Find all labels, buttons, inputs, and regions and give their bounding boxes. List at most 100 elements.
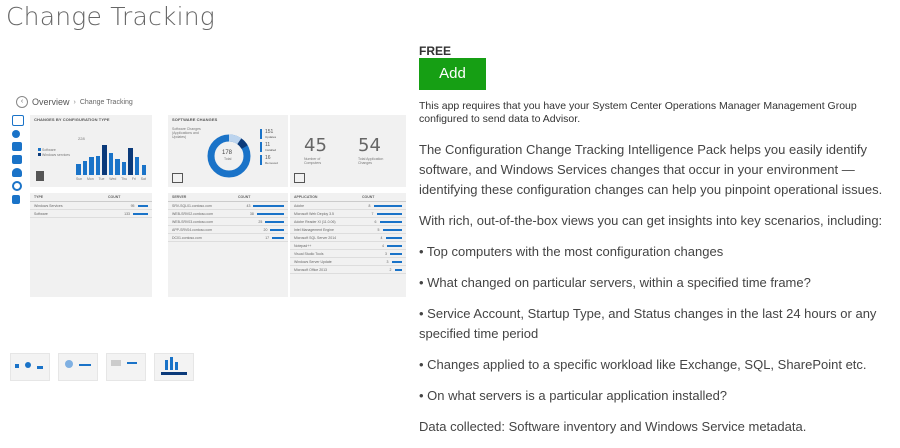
stat-computers: 45 [304, 135, 327, 156]
table-row[interactable]: SRV-SQL01.contoso.com 43 [168, 202, 288, 210]
row-name: Adobe [294, 203, 305, 208]
page-title: Change Tracking [6, 2, 216, 31]
preview-sidebar [10, 115, 24, 208]
row-name: WEB-SRV02.contoso.com [172, 211, 213, 216]
screenshot-preview[interactable]: ‹ Overview › Change Tracking CHANGES BY … [8, 95, 408, 300]
row-bar [253, 204, 284, 207]
alert-icon [12, 130, 20, 138]
row-count: 4 [382, 243, 384, 248]
row-count: 43 [246, 203, 251, 208]
day-label: Thu [121, 177, 128, 181]
row-bar [387, 244, 402, 247]
table-row[interactable]: Windows Services 95 [30, 202, 152, 210]
col-count: COUNT [108, 195, 121, 199]
row-count: 3 [385, 251, 387, 256]
stat-app-changes-label: Total Application Changes [358, 157, 384, 165]
donut-chart [207, 134, 251, 178]
bar [89, 157, 94, 175]
thumbnail-3[interactable] [106, 353, 146, 381]
overview-icon [12, 115, 24, 126]
preview-nav: ‹ Overview › Change Tracking [16, 95, 133, 109]
day-label: Sun [76, 177, 83, 181]
table-row[interactable]: Microsoft Web Deploy 3.5 7 [290, 210, 406, 218]
table-row[interactable]: Notepad++ 4 [290, 242, 406, 250]
row-name: APP-SRV04.contoso.com [172, 227, 213, 232]
legend-label: Software [41, 148, 56, 152]
type-rows: Windows Services 95 Software 133 [30, 202, 152, 218]
bar [76, 163, 81, 175]
row-bar [382, 228, 402, 231]
table-row[interactable]: Microsoft Office 2013 2 [290, 266, 406, 274]
col-count: COUNT [238, 195, 251, 199]
add-button[interactable]: Add [419, 58, 486, 90]
table-row[interactable]: Windows Server Update 3 [290, 258, 406, 266]
row-name: Microsoft Office 2013 [294, 267, 328, 272]
row-bar [272, 236, 284, 239]
row-count: 6 [374, 219, 377, 224]
server-rows: SRV-SQL01.contoso.com 43 WEB-SRV02.contoso… [168, 202, 288, 242]
bar [108, 152, 114, 175]
table-row[interactable]: DC01.contoso.com 17 [168, 234, 288, 242]
table-row[interactable]: APP-SRV04.contoso.com 20 [168, 226, 288, 234]
user-icon [12, 168, 22, 177]
total-count: 228 [78, 136, 85, 141]
side-stat: 16 Removed [260, 155, 284, 165]
row-count: 20 [263, 227, 268, 232]
row-count: 3 [386, 259, 389, 264]
tile-summary-stats: 45 Number of Computers 54 Total Applicat… [290, 115, 406, 187]
row-name: Software [34, 211, 48, 216]
row-count: 17 [265, 235, 270, 240]
gear-icon [12, 155, 22, 164]
row-name: Intel Management Engine [294, 227, 334, 232]
data-collected-note: Data collected: Software inventory and W… [419, 419, 807, 434]
table-row[interactable]: Adobe 8 [290, 202, 406, 210]
table-row[interactable]: Intel Management Engine 5 [290, 226, 406, 234]
requirement-note: This app requires that you have your Sys… [419, 100, 857, 125]
row-name: WEB-SRV03.contoso.com [172, 219, 213, 224]
table-row[interactable]: WEB-SRV03.contoso.com 25 [168, 218, 288, 226]
row-count: 38 [249, 211, 254, 216]
donut-caption: Software Changes (Applications and Updat… [172, 127, 201, 139]
row-name: Microsoft SQL Server 2014 [294, 235, 337, 240]
legend-services: Windows services [38, 153, 70, 157]
bar [115, 159, 120, 175]
search-icon [12, 181, 22, 191]
tile-title: SOFTWARE CHANGES [172, 117, 218, 122]
description: The Configuration Change Tracking Intell… [419, 140, 897, 448]
bar [121, 162, 127, 175]
bar [134, 157, 140, 175]
tile-server-table: SERVER COUNT SRV-SQL01.contoso.com 43 WEB-… [168, 193, 288, 297]
description-paragraph: With rich, out-of-the-box views you can … [419, 213, 883, 228]
table-row[interactable]: Microsoft SQL Server 2014 4 [290, 234, 406, 242]
row-name: Adobe Reader XI (11.0.06) [294, 219, 336, 224]
stat-computers-label: Number of Computers [304, 157, 322, 165]
tile-application-table: APPLICATION COUNT Adobe 8 Microsoft Web De… [290, 193, 406, 297]
table-row[interactable]: Adobe Reader XI (11.0.06) 6 [290, 218, 406, 226]
bar [128, 147, 133, 175]
document-icon [36, 171, 44, 181]
breadcrumb-current: Change Tracking [79, 98, 133, 106]
bar [95, 155, 101, 175]
donut-value: 178 [222, 150, 233, 156]
day-label: Sat [140, 177, 146, 181]
tile-changes-by-type: CHANGES BY CONFIGURATION TYPE 228 Softwa… [30, 115, 152, 187]
side-stat-label: Installed [265, 148, 277, 152]
day-label: Mon [86, 177, 94, 181]
table-row[interactable]: Software 133 [30, 210, 152, 218]
thumbnail-2[interactable] [58, 353, 98, 381]
side-stat-label: Updates [265, 135, 277, 139]
tile-type-table: TYPE COUNT Windows Services 95 Software 133 [30, 193, 152, 297]
table-row[interactable]: Visual Studio Tools 3 [290, 250, 406, 258]
day-labels: Sun Mon Tue Wed Thu Fri Sat [76, 177, 146, 181]
thumbnail-4[interactable] [154, 353, 194, 381]
row-count: 95 [130, 203, 135, 208]
thumbnail-1[interactable] [10, 353, 50, 381]
col-server: SERVER [172, 195, 187, 199]
row-count: 2 [389, 267, 392, 272]
tile-title: CHANGES BY CONFIGURATION TYPE [34, 117, 110, 122]
col-count: COUNT [362, 195, 375, 199]
row-bar [137, 204, 148, 207]
side-stat: 151 Updates [260, 129, 284, 139]
table-row[interactable]: WEB-SRV02.contoso.com 38 [168, 210, 288, 218]
legend-label: Windows services [41, 153, 70, 157]
